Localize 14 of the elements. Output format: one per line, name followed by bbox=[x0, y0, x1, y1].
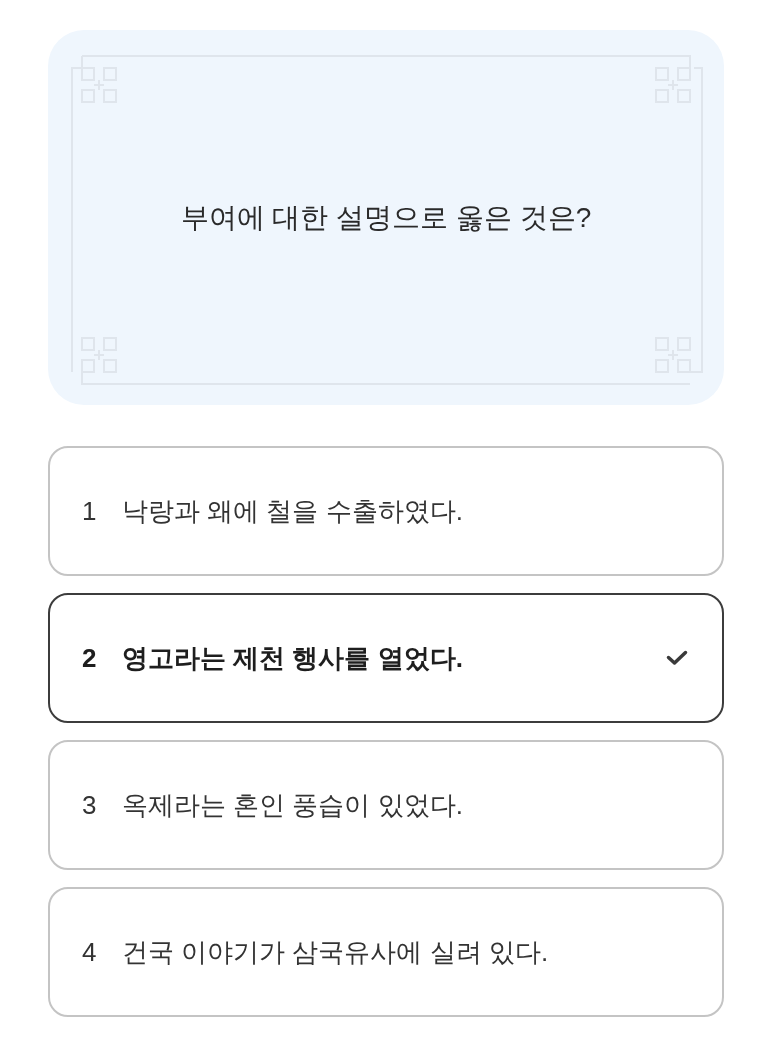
answer-option[interactable]: 1 낙랑과 왜에 철을 수출하였다. bbox=[48, 446, 724, 576]
option-number: 2 bbox=[82, 641, 98, 675]
option-text: 낙랑과 왜에 철을 수출하였다. bbox=[122, 494, 464, 528]
option-number: 4 bbox=[82, 935, 98, 969]
option-text: 영고라는 제천 행사를 열었다. bbox=[122, 641, 464, 675]
answer-option[interactable]: 3 옥제라는 혼인 풍습이 있었다. bbox=[48, 740, 724, 870]
option-number: 3 bbox=[82, 788, 98, 822]
answer-option[interactable]: 2 영고라는 제천 행사를 열었다. bbox=[48, 593, 724, 723]
question-text: 부여에 대한 설명으로 옳은 것은? bbox=[180, 200, 592, 235]
option-text: 옥제라는 혼인 풍습이 있었다. bbox=[122, 788, 464, 822]
check-icon bbox=[666, 650, 688, 666]
answer-option[interactable]: 4 건국 이야기가 삼국유사에 실려 있다. bbox=[48, 887, 724, 1017]
option-number: 1 bbox=[82, 494, 98, 528]
option-text: 건국 이야기가 삼국유사에 실려 있다. bbox=[122, 935, 550, 969]
